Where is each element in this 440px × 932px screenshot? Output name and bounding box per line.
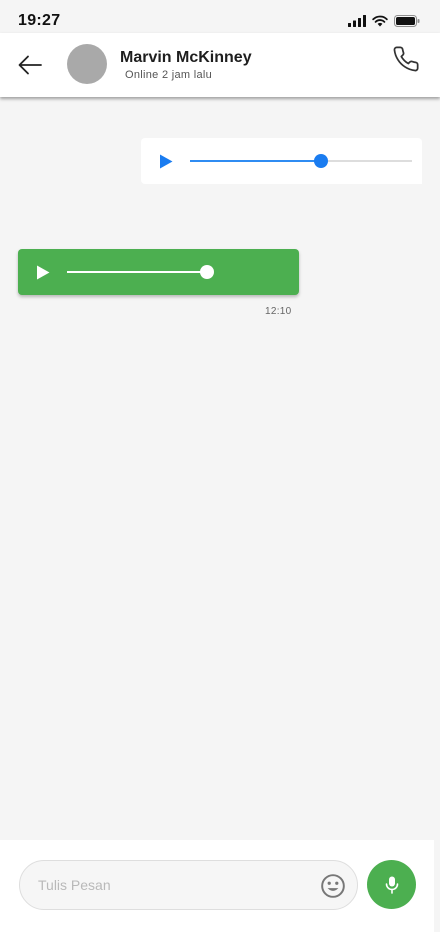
audio-seek-handle[interactable] (200, 265, 214, 279)
message-input[interactable] (38, 861, 318, 909)
message-composer (0, 840, 434, 932)
signal-icon (348, 15, 366, 27)
message-time: 12:10 (265, 306, 292, 317)
audio-progress-track[interactable] (67, 265, 214, 279)
contact-status: Online 2 jam lalu (125, 69, 213, 81)
audio-seek-handle[interactable] (313, 154, 328, 168)
status-time: 19:27 (18, 12, 61, 29)
voice-message-outgoing (141, 138, 422, 184)
arrow-left-icon (18, 55, 42, 75)
emoji-icon[interactable] (320, 873, 346, 899)
back-button[interactable] (16, 51, 44, 79)
play-icon[interactable] (159, 154, 173, 169)
message-list[interactable]: 12:10 (0, 98, 440, 838)
play-icon[interactable] (36, 265, 50, 280)
call-button[interactable] (392, 45, 420, 73)
contact-name[interactable]: Marvin McKinney (120, 49, 252, 67)
phone-icon (393, 46, 419, 72)
mic-icon (385, 876, 398, 894)
status-icons (348, 15, 420, 27)
battery-icon (394, 15, 420, 27)
chat-header: Marvin McKinney Online 2 jam lalu (0, 33, 440, 97)
avatar[interactable] (67, 44, 107, 84)
mic-button[interactable] (367, 860, 416, 909)
message-input-wrapper (19, 860, 358, 910)
voice-message-incoming (18, 249, 299, 295)
audio-progress-track[interactable] (190, 154, 412, 168)
audio-progress-fill (67, 271, 207, 273)
audio-progress-fill (190, 160, 321, 162)
status-bar: 19:27 (0, 0, 440, 34)
wifi-icon (372, 15, 388, 27)
